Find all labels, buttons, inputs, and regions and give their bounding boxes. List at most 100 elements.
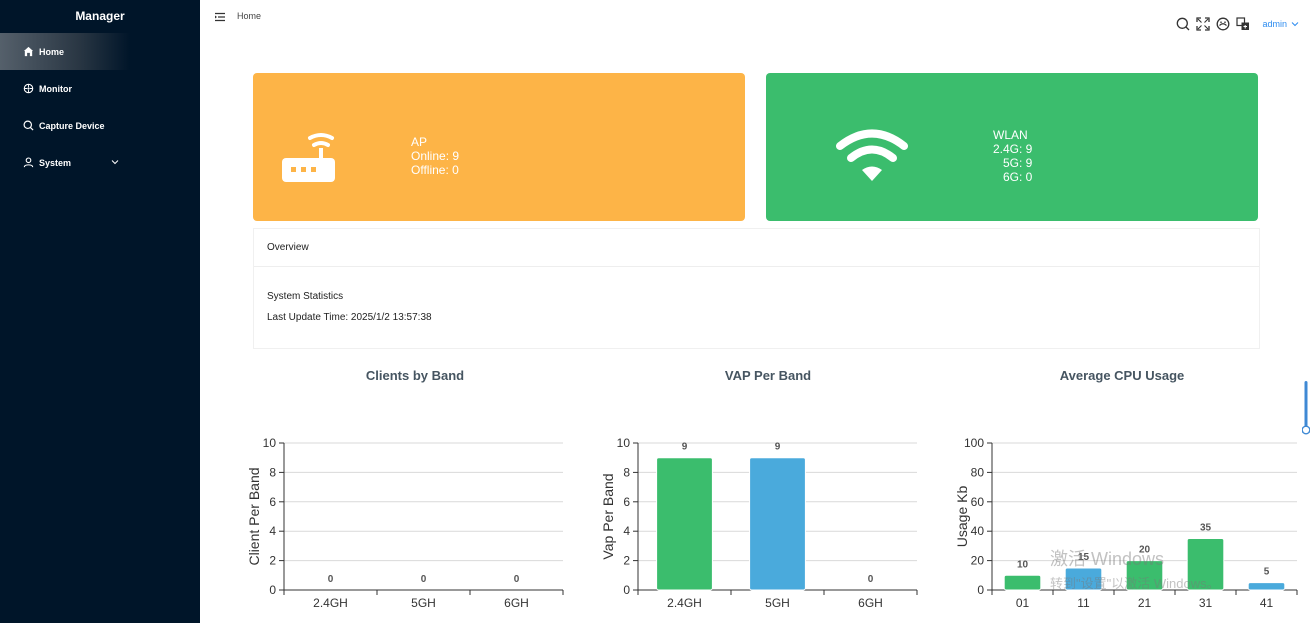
overview-title: Overview	[254, 229, 1259, 267]
y-tick-label: 8	[269, 465, 276, 479]
bar[interactable]	[656, 457, 713, 591]
y-tick-label: 4	[623, 524, 630, 538]
sidebar-item-system[interactable]: System	[0, 144, 200, 181]
y-tick-label: 60	[971, 495, 985, 509]
menu-toggle-icon[interactable]	[214, 10, 226, 22]
overview-panel: Overview System Statistics Last Update T…	[253, 228, 1260, 349]
sidebar-item-label: Capture Device	[39, 120, 105, 131]
data-label: 9	[682, 442, 688, 453]
x-tick-label: 31	[1199, 596, 1213, 610]
bar[interactable]	[1247, 582, 1286, 591]
bar[interactable]	[749, 457, 806, 591]
x-tick-label: 2.4GH	[667, 596, 702, 610]
y-tick-label: 8	[623, 465, 630, 479]
y-tick-label: 100	[964, 436, 984, 450]
y-tick-label: 6	[623, 495, 630, 509]
router-icon	[282, 133, 335, 182]
wlan-title: WLAN	[993, 128, 1028, 142]
y-tick-label: 2	[269, 554, 276, 568]
chevron-down-icon	[1291, 22, 1299, 27]
data-label: 9	[775, 442, 781, 453]
data-label: 15	[1078, 552, 1090, 563]
y-tick-label: 0	[977, 583, 984, 597]
y-tick-label: 6	[269, 495, 276, 509]
user-icon	[22, 157, 34, 169]
chart-title-clients: Clients by Band	[365, 368, 465, 383]
y-tick-label: 20	[971, 554, 985, 568]
translate-icon[interactable]	[1236, 17, 1250, 31]
wlan-summary: WLAN 2.4G: 9 5G: 9 6G: 0	[993, 128, 1032, 184]
user-menu[interactable]: admin	[1262, 19, 1299, 29]
x-tick-label: 6GH	[858, 596, 883, 610]
home-icon	[22, 46, 34, 58]
y-tick-label: 0	[623, 583, 630, 597]
ap-offline: Offline: 0	[411, 163, 459, 177]
username: admin	[1262, 19, 1287, 29]
y-tick-label: 2	[623, 554, 630, 568]
bar[interactable]	[1186, 538, 1225, 591]
y-axis-label: Usage Kb	[954, 486, 970, 548]
x-tick-label: 5GH	[765, 596, 790, 610]
y-tick-label: 0	[269, 583, 276, 597]
vap-per-band-chart: Vap Per Band 0 2 4 6 8 10 9 2.4GH 9 5GH 0 6GH	[600, 436, 918, 610]
cpu-usage-chart: Usage Kb 0 20 40 60 80 100 10 01 15 11 20 21 35 31 5 41	[954, 436, 1298, 610]
x-tick-label: 01	[1016, 596, 1030, 610]
x-tick-label: 5GH	[411, 596, 436, 610]
x-tick-label: 2.4GH	[313, 596, 348, 610]
sidebar-item-label: Home	[39, 46, 65, 57]
x-tick-label: 21	[1138, 596, 1152, 610]
clients-by-band-chart: Client Per Band 0 2 4 6 8 10 0 2.4GH 0 5GH 0 6GH	[246, 436, 564, 610]
system-statistics-label: System Statistics	[267, 291, 344, 302]
data-label: 0	[328, 574, 334, 585]
chevron-down-icon[interactable]	[111, 158, 119, 166]
data-label: 20	[1139, 545, 1151, 556]
wlan-2g: 2.4G: 9	[993, 142, 1033, 156]
ap-summary: AP Online: 9 Offline: 0	[411, 135, 459, 177]
bar[interactable]	[1125, 560, 1164, 591]
sidebar-item-monitor[interactable]: Monitor	[0, 70, 200, 107]
sidebar-item-capture-device[interactable]: Capture Device	[0, 107, 200, 144]
sidebar: Manager Home Monitor Capture Device Syst…	[0, 0, 200, 623]
breadcrumb[interactable]: Home	[237, 11, 261, 21]
search-icon	[22, 120, 34, 132]
data-label: 0	[514, 574, 520, 585]
y-tick-label: 10	[263, 436, 277, 450]
data-label: 0	[421, 574, 427, 585]
ap-online: Online: 9	[411, 149, 460, 163]
bar[interactable]	[1003, 574, 1042, 591]
data-label: 5	[1264, 567, 1270, 578]
monitor-icon	[22, 83, 34, 95]
bar[interactable]	[1064, 567, 1103, 591]
wifi-icon	[836, 129, 908, 181]
data-label: 35	[1200, 523, 1212, 534]
theme-icon[interactable]	[1216, 17, 1230, 31]
x-tick-label: 11	[1077, 596, 1090, 610]
wlan-card: WLAN 2.4G: 9 5G: 9 6G: 0	[766, 73, 1258, 221]
y-tick-label: 40	[971, 524, 985, 538]
header: Home admin	[200, 0, 1312, 40]
chart-title-vap: VAP Per Band	[724, 368, 812, 383]
sidebar-item-label: Monitor	[39, 83, 72, 94]
scroll-handle[interactable]	[1302, 380, 1310, 436]
last-update-time: Last Update Time: 2025/1/2 13:57:38	[267, 312, 432, 323]
wlan-6g: 6G: 0	[1003, 170, 1033, 184]
header-actions: admin	[1176, 17, 1299, 31]
data-label: 0	[868, 574, 874, 585]
y-tick-label: 80	[971, 465, 985, 479]
brand-title: Manager	[75, 9, 125, 23]
ap-card: AP Online: 9 Offline: 0	[253, 73, 745, 221]
fullscreen-icon[interactable]	[1196, 17, 1211, 31]
data-label: 10	[1017, 559, 1029, 570]
sidebar-item-home[interactable]: Home	[0, 33, 130, 70]
ap-title: AP	[411, 135, 428, 149]
y-axis-label: Client Per Band	[246, 467, 262, 565]
y-tick-label: 10	[617, 436, 631, 450]
y-tick-label: 4	[269, 524, 276, 538]
sidebar-item-label: System	[39, 157, 72, 168]
x-tick-label: 41	[1260, 596, 1274, 610]
search-icon[interactable]	[1176, 17, 1190, 31]
chart-title-cpu: Average CPU Usage	[1059, 368, 1185, 383]
y-axis-label: Vap Per Band	[600, 473, 616, 559]
wlan-5g: 5G: 9	[1003, 156, 1033, 170]
x-tick-label: 6GH	[504, 596, 529, 610]
